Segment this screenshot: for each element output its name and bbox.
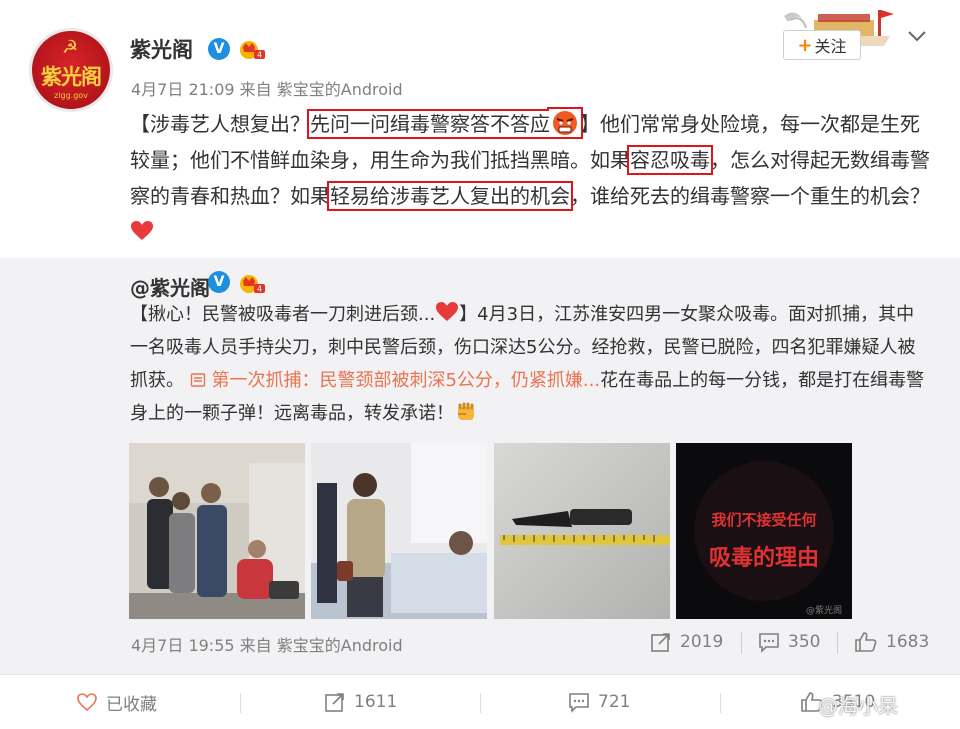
post-time[interactable]: 4月7日 21:09 [131, 80, 235, 99]
member-crown-icon[interactable]: 4 [238, 272, 266, 294]
slogan-line-1: 我们不接受任何 [711, 511, 816, 529]
article-link[interactable]: 第一次抓捕：民警颈部被刺深5公分，仍紧抓嫌... [190, 370, 600, 391]
toolbar-divider [240, 693, 241, 713]
post-highlight-1: 先问一问缉毒警察答不答应 [310, 112, 550, 136]
slogan-line-2: 吸毒的理由 [709, 545, 819, 571]
follow-button[interactable]: + 关注 [783, 30, 861, 60]
post-meta: 4月7日 21:09 来自 紫宝宝的Android [131, 76, 403, 100]
stats-divider [741, 632, 742, 654]
repost-like-count[interactable]: 1683 [854, 630, 929, 654]
post-highlight-3: 轻易给涉毒艺人复出的机会 [327, 181, 573, 211]
repost-image-2[interactable] [311, 443, 487, 619]
repost-repost-count[interactable]: 2019 [650, 630, 723, 654]
svg-text:4: 4 [257, 51, 262, 60]
link-icon [190, 373, 205, 387]
repost-card[interactable]: @紫光阁 V 4 【揪心！民警被吸毒者一刀刺进后颈... 】4月3日，江苏淮安四… [0, 258, 960, 674]
repost-comment-count[interactable]: 350 [758, 630, 820, 654]
image-watermark-overlay: @海小呆 [818, 694, 898, 718]
avatar-logo-text: 紫光阁 [41, 64, 102, 89]
comment-icon [759, 633, 779, 653]
repost-image-4[interactable]: 我们不接受任何 吸毒的理由 @紫光阁 [676, 443, 852, 619]
verified-v-icon: V [208, 271, 230, 293]
post-seg-4: ，谁给死去的缉毒警察一个重生的机会？ [570, 184, 930, 208]
repost-icon [651, 633, 670, 652]
repost-source[interactable]: 紫宝宝的Android [277, 636, 403, 655]
image-watermark: @紫光阁 [806, 604, 842, 616]
repost-icon [325, 693, 344, 712]
comment-count-value: 350 [788, 632, 821, 652]
repost-count-value: 2019 [680, 632, 724, 652]
toolbar-repost-button[interactable]: 1611 [324, 689, 397, 715]
toolbar-divider [480, 693, 481, 713]
via-prefix: 来自 [239, 80, 272, 99]
toolbar-divider [720, 693, 721, 713]
favorite-button[interactable]: 已收藏 [76, 689, 157, 715]
member-crown-icon[interactable]: 4 [238, 38, 266, 60]
repost-image-1[interactable] [129, 443, 305, 619]
article-link-text: 第一次抓捕：民警颈部被刺深5公分，仍紧抓嫌... [205, 370, 601, 391]
plus-icon: + [797, 34, 813, 56]
repost-body: 【揪心！民警被吸毒者一刀刺进后颈... 】4月3日，江苏淮安四男一女聚众吸毒。面… [130, 298, 930, 430]
post-source[interactable]: 紫宝宝的Android [277, 80, 403, 99]
post-highlight-2: 容忍吸毒 [627, 145, 713, 175]
action-toolbar: 已收藏 1611 721 3510 [0, 674, 960, 729]
like-count-value: 1683 [886, 632, 930, 652]
verified-v-icon: V [208, 38, 230, 60]
chevron-down-icon[interactable] [905, 26, 929, 46]
toolbar-comment-button[interactable]: 721 [568, 689, 630, 715]
post-seg-1: 【涉毒艺人想复出？ [130, 112, 310, 136]
like-icon [855, 632, 877, 652]
repost-time[interactable]: 4月7日 19:55 [131, 636, 235, 655]
angry-face-icon [553, 111, 577, 135]
username[interactable]: 紫光阁 [130, 34, 193, 64]
toolbar-repost-count: 1611 [354, 692, 398, 712]
follow-label: 关注 [814, 37, 847, 56]
avatar[interactable]: ☭ 紫光阁 zigg.gov [29, 28, 113, 112]
toolbar-comment-count: 721 [598, 692, 631, 712]
repost-seg-1: 【揪心！民警被吸毒者一刀刺进后颈... [130, 304, 436, 325]
fist-icon [458, 402, 474, 420]
svg-text:4: 4 [257, 285, 262, 294]
heart-icon [131, 221, 153, 240]
heart-icon [436, 302, 459, 321]
hammer-sickle-icon: ☭ [62, 37, 79, 58]
repost-image-3[interactable] [494, 443, 670, 619]
post-body: 【涉毒艺人想复出？先问一问缉毒警察答不答应 】他们常常身处险境，每一次都是生死较… [130, 106, 930, 250]
repost-via-prefix: 来自 [239, 636, 272, 655]
repost-username[interactable]: @紫光阁 [130, 272, 210, 301]
highlight-box-1: 先问一问缉毒警察答不答应 [307, 109, 583, 139]
favorite-label: 已收藏 [106, 694, 157, 715]
stats-divider [837, 632, 838, 654]
repost-meta: 4月7日 19:55 来自 紫宝宝的Android [131, 632, 403, 656]
comment-icon [569, 693, 589, 713]
avatar-subtext: zigg.gov [54, 91, 88, 100]
favorite-icon [77, 693, 97, 712]
